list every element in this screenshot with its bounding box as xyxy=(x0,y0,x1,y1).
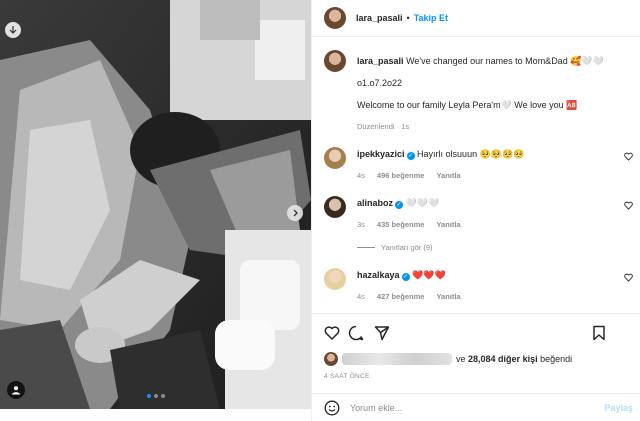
carousel-indicator xyxy=(147,394,165,398)
reply-button[interactable]: Yanıtla xyxy=(436,171,460,180)
post-time[interactable]: 4 SAAT ÖNCE xyxy=(324,373,370,380)
view-replies-label[interactable]: Yanıtları gör (9) xyxy=(381,243,433,252)
save-icon[interactable] xyxy=(591,325,607,341)
replies-line xyxy=(357,247,375,248)
comment-body: ipekkyazici ✓ Hayırlı olsuuun 🥺🥺🥺🥺 xyxy=(357,149,524,160)
likes-summary[interactable]: ve 28,084 diğer kişi beğendi xyxy=(324,352,572,366)
comment-list[interactable]: lara_pasali We've changed our names to M… xyxy=(312,37,640,313)
carousel-dot xyxy=(154,394,158,398)
edited-time[interactable]: 1s xyxy=(401,122,409,131)
post-comment-button[interactable]: Paylaş xyxy=(604,403,633,413)
chevron-right-icon[interactable] xyxy=(287,205,303,221)
avatar[interactable] xyxy=(324,352,338,366)
carousel-dot-active xyxy=(147,394,151,398)
reply-button[interactable]: Yanıtla xyxy=(436,220,460,229)
likes-suffix: beğendi xyxy=(540,354,573,364)
post-media[interactable] xyxy=(0,0,311,409)
comment-item: ipekkyazici ✓ Hayırlı olsuuun 🥺🥺🥺🥺 4s 496… xyxy=(324,147,640,187)
comment-text: ❤️❤️❤️ xyxy=(412,270,446,280)
header-username[interactable]: lara_pasali xyxy=(356,13,403,23)
caption-username[interactable]: lara_pasali xyxy=(357,56,404,66)
comment-time[interactable]: 4s xyxy=(357,171,365,180)
comment-text: 🤍🤍🤍 xyxy=(405,198,440,208)
comment-meta: 4s 427 beğenme Yanıtla xyxy=(357,292,461,301)
comment-input[interactable] xyxy=(350,402,595,413)
user-tag-icon[interactable] xyxy=(7,381,25,399)
comment-icon[interactable] xyxy=(348,325,364,341)
blurred-liker-names xyxy=(342,353,452,365)
comment-body: hazalkaya ✓ ❤️❤️❤️ xyxy=(357,270,446,281)
comment-composer: Paylaş xyxy=(312,393,640,421)
avatar[interactable] xyxy=(324,50,346,72)
post-sidebar: lara_pasali • Takip Et lara_pasali We've… xyxy=(311,0,640,421)
comment-meta: 4s 496 beğenme Yanıtla xyxy=(357,171,461,180)
comment-username[interactable]: alinaboz xyxy=(357,198,393,208)
carousel-dot xyxy=(161,394,165,398)
comment-text: Hayırlı olsuuun 🥺🥺🥺🥺 xyxy=(417,149,525,159)
comment-heart-icon[interactable] xyxy=(624,273,633,282)
caption-line-1: lara_pasali We've changed our names to M… xyxy=(357,56,604,67)
avatar[interactable] xyxy=(324,7,346,29)
edited-separator: · xyxy=(396,122,400,131)
verified-icon: ✓ xyxy=(406,152,415,160)
avatar[interactable] xyxy=(324,147,346,169)
comment-likes[interactable]: 427 beğenme xyxy=(377,292,425,301)
comment-likes[interactable]: 496 beğenme xyxy=(377,171,425,180)
caption-line-3: Welcome to our family Leyla Pera'm🤍 We l… xyxy=(357,100,578,110)
avatar[interactable] xyxy=(324,196,346,218)
post-photo xyxy=(0,0,311,409)
verified-icon: ✓ xyxy=(401,273,410,281)
caption: lara_pasali We've changed our names to M… xyxy=(324,50,640,140)
action-bar xyxy=(312,313,640,351)
caption-line-2: o1.o7.2o22 xyxy=(357,78,403,88)
verified-icon: ✓ xyxy=(395,201,404,209)
view-replies[interactable]: Yanıtları gör (9) xyxy=(357,243,433,252)
likes-count[interactable]: 28,084 diğer kişi xyxy=(468,354,538,364)
likes-and-label: ve xyxy=(456,354,466,364)
reply-button[interactable]: Yanıtla xyxy=(436,292,460,301)
comment-item: alinaboz ✓ 🤍🤍🤍 3s 435 beğenme Yanıtla xyxy=(324,196,640,236)
edited-label: Düzenlendi xyxy=(357,122,395,131)
avatar[interactable] xyxy=(324,268,346,290)
comment-time[interactable]: 3s xyxy=(357,220,365,229)
heart-icon[interactable] xyxy=(324,325,340,341)
header-separator: • xyxy=(406,13,410,23)
comment-heart-icon[interactable] xyxy=(624,201,633,210)
caption-text: We've changed our names to Mom&Dad 🥰🤍🤍 xyxy=(406,56,604,66)
emoji-icon[interactable] xyxy=(324,400,340,416)
post-header: lara_pasali • Takip Et xyxy=(312,0,640,37)
share-icon[interactable] xyxy=(374,325,390,341)
follow-button[interactable]: Takip Et xyxy=(414,13,448,23)
caption-meta: Düzenlendi · 1s xyxy=(357,122,409,131)
comment-meta: 3s 435 beğenme Yanıtla xyxy=(357,220,461,229)
comment-username[interactable]: hazalkaya xyxy=(357,270,400,280)
comment-username[interactable]: ipekkyazici xyxy=(357,149,405,159)
comment-heart-icon[interactable] xyxy=(624,152,633,161)
comment-time[interactable]: 4s xyxy=(357,292,365,301)
comment-body: alinaboz ✓ 🤍🤍🤍 xyxy=(357,198,439,209)
comment-likes[interactable]: 435 beğenme xyxy=(377,220,425,229)
bookmark-corner-icon[interactable] xyxy=(5,22,21,38)
comment-item: hazalkaya ✓ ❤️❤️❤️ 4s 427 beğenme Yanıtla xyxy=(324,268,640,308)
instagram-post: lara_pasali • Takip Et lara_pasali We've… xyxy=(0,0,640,421)
